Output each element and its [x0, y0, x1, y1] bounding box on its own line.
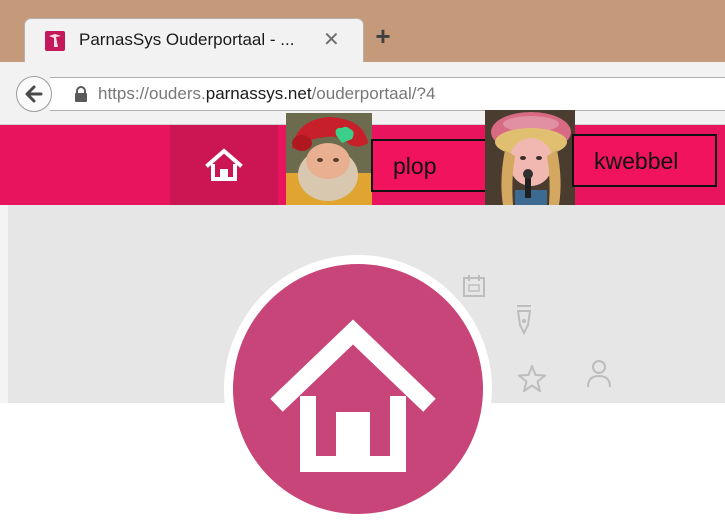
back-button[interactable]: [16, 76, 52, 112]
person-icon[interactable]: [584, 357, 614, 391]
url-path: /ouderportaal/?4: [311, 84, 436, 103]
browser-tab[interactable]: ParnasSys Ouderportaal - ... ✕: [24, 18, 364, 63]
child-avatar-plop[interactable]: [286, 113, 372, 208]
browser-tab-strip: ParnasSys Ouderportaal - ... ✕ +: [0, 0, 725, 63]
star-icon[interactable]: [516, 363, 548, 395]
pen-icon[interactable]: [512, 303, 536, 337]
new-tab-button[interactable]: +: [369, 22, 397, 50]
lock-icon: [75, 86, 87, 102]
tab-title: ParnasSys Ouderportaal - ...: [79, 30, 295, 49]
home-icon: [270, 319, 436, 472]
home-icon: [205, 148, 243, 181]
back-arrow-icon: [25, 85, 43, 103]
home-nav-tab[interactable]: [170, 125, 278, 205]
avatar-photo: [485, 110, 575, 207]
dashboard-content: [0, 205, 725, 523]
home-tile[interactable]: [224, 255, 492, 523]
url-text: https://ouders.parnassys.net/ouderportaa…: [98, 84, 435, 104]
url-prefix: https://ouders.: [98, 84, 206, 103]
url-domain: parnassys.net: [205, 84, 312, 103]
child-avatar-kwebbel[interactable]: [485, 110, 575, 207]
tab-close-icon[interactable]: ✕: [323, 27, 340, 52]
content-left-edge: [0, 205, 8, 403]
child-name-label-plop[interactable]: plop: [371, 139, 490, 192]
home-tile-circle: [233, 264, 483, 514]
parnassys-favicon-icon: [45, 31, 65, 51]
child-name-label-kwebbel[interactable]: kwebbel: [572, 134, 717, 187]
address-bar[interactable]: https://ouders.parnassys.net/ouderportaa…: [50, 77, 725, 111]
avatar-photo: [286, 113, 372, 208]
